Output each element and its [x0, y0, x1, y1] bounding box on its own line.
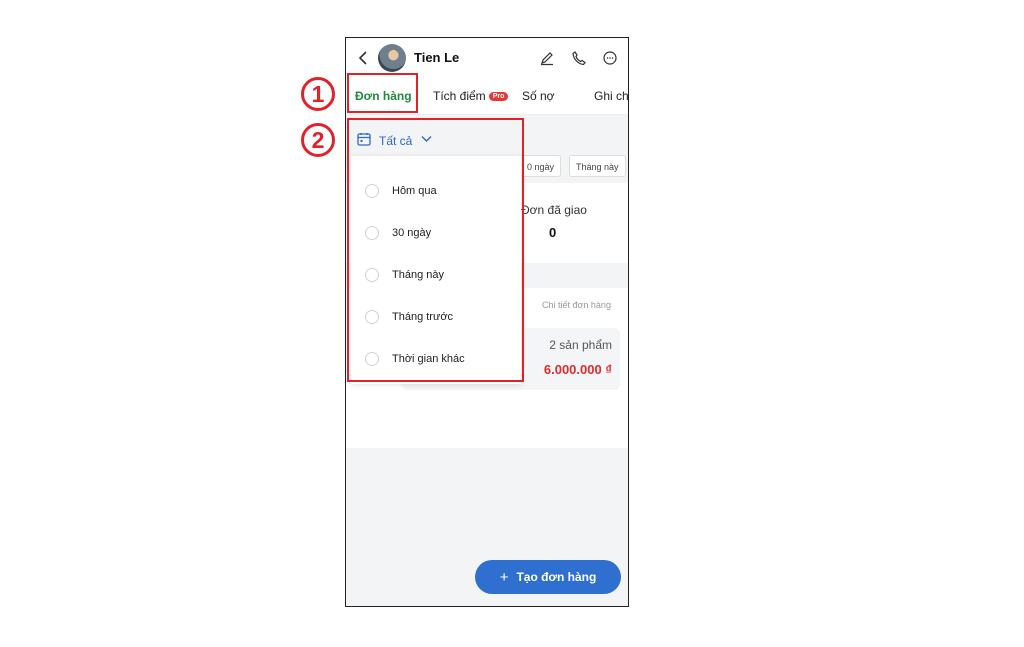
- delivered-value: 0: [549, 225, 557, 240]
- phone-icon[interactable]: [571, 50, 587, 66]
- order-detail-link[interactable]: Chi tiết đơn hàng: [542, 300, 611, 310]
- pro-badge: Pro: [488, 92, 509, 101]
- back-icon[interactable]: [357, 50, 369, 66]
- chip-30-days[interactable]: 0 ngày: [520, 155, 562, 177]
- order-total: 6.000.000 ₫: [543, 362, 612, 377]
- tab-points-label: Tích điểm: [433, 89, 486, 103]
- edit-icon[interactable]: [539, 50, 555, 66]
- chat-header: Tien Le: [346, 38, 628, 78]
- create-order-label: Tạo đơn hàng: [516, 570, 597, 584]
- contact-name: Tien Le: [414, 50, 460, 65]
- annotation-box-2: [347, 118, 524, 382]
- avatar[interactable]: [378, 44, 406, 72]
- delivered-label: Đơn đã giao: [521, 203, 587, 217]
- create-order-button[interactable]: + Tạo đơn hàng: [475, 560, 621, 594]
- plus-icon: +: [499, 568, 509, 586]
- annotation-box-1: [347, 73, 418, 113]
- tab-debt[interactable]: Số nợ: [522, 89, 555, 103]
- chip-this-month[interactable]: Tháng này: [569, 155, 626, 177]
- annotation-marker-1: 1: [301, 77, 335, 111]
- tab-notes[interactable]: Ghi ch: [594, 89, 628, 103]
- annotation-marker-2: 2: [301, 123, 335, 157]
- tab-points[interactable]: Tích điểm Pro: [433, 89, 509, 103]
- chat-icon[interactable]: [602, 50, 618, 66]
- order-item-count: 2 sản phẩm: [549, 338, 612, 352]
